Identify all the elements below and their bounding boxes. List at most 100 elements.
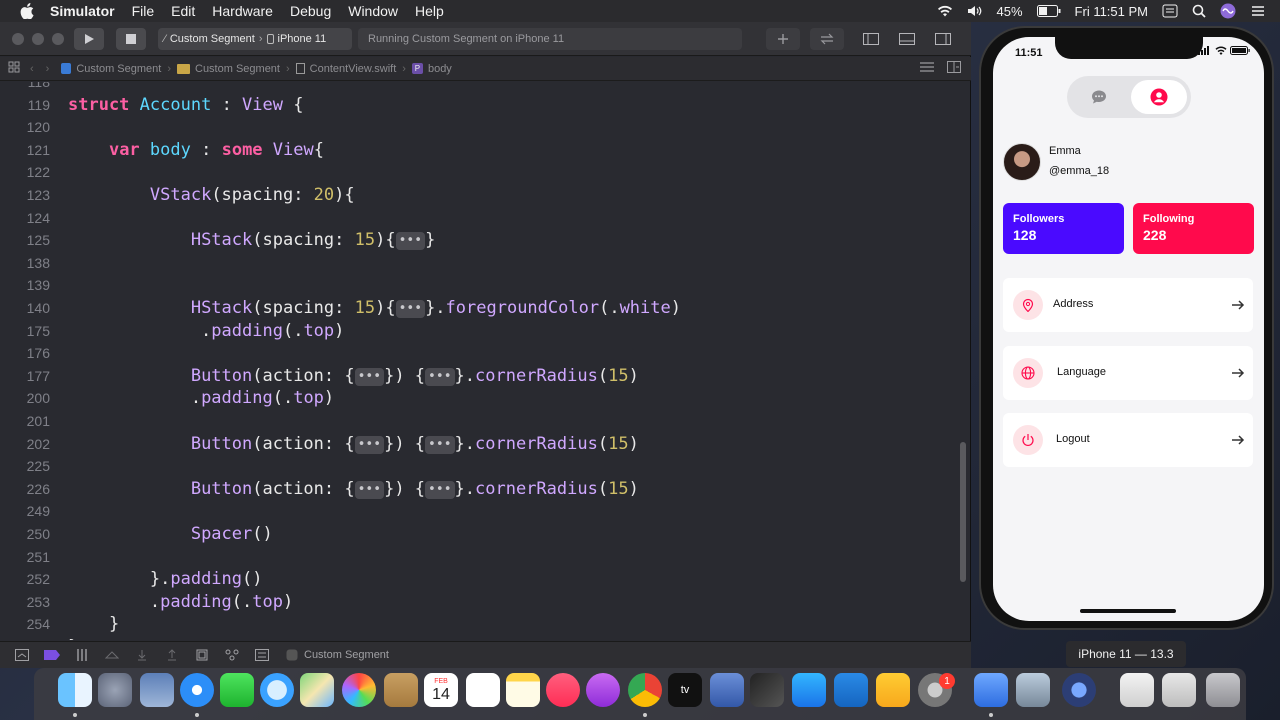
music-icon[interactable] [546, 673, 580, 707]
sketch-icon[interactable] [876, 673, 910, 707]
segment-tab-account[interactable] [1131, 80, 1187, 114]
breadcrumb-symbol[interactable]: P body [411, 63, 452, 75]
folded-code-icon[interactable]: ••• [425, 435, 455, 454]
chrome-icon[interactable] [628, 673, 662, 707]
notes-icon[interactable] [506, 673, 540, 707]
vscode-icon[interactable] [834, 673, 868, 707]
final-cut-icon[interactable] [750, 673, 784, 707]
code-line[interactable]: 124 [0, 207, 958, 229]
menu-app-name[interactable]: Simulator [50, 3, 115, 19]
safari-icon[interactable] [180, 673, 214, 707]
folded-code-icon[interactable]: ••• [425, 480, 455, 499]
trash-icon[interactable] [1206, 673, 1240, 707]
logout-button[interactable]: Logout [1003, 413, 1253, 467]
memory-graph-icon[interactable] [224, 648, 240, 662]
code-line[interactable]: 175 .padding(.top) [0, 320, 958, 342]
environment-overrides-icon[interactable] [254, 648, 270, 662]
menu-help[interactable]: Help [415, 3, 444, 19]
run-button[interactable] [74, 28, 104, 50]
code-line[interactable]: 226 Button(action: {•••}) {•••}.cornerRa… [0, 478, 958, 500]
menu-window[interactable]: Window [348, 3, 398, 19]
code-line[interactable]: 123 VStack(spacing: 20){ [0, 184, 958, 206]
breakpoints-toggle-icon[interactable] [44, 648, 60, 662]
toggle-inspector-button[interactable] [928, 28, 958, 50]
code-line[interactable]: 176 [0, 342, 958, 364]
photos-icon[interactable] [342, 673, 376, 707]
calendar-icon[interactable]: FEB 14 [424, 673, 458, 707]
home-indicator[interactable] [1080, 609, 1176, 613]
podcasts-icon[interactable] [586, 673, 620, 707]
breadcrumb-folder[interactable]: Custom Segment [177, 63, 280, 75]
hide-debug-area-icon[interactable] [14, 648, 30, 662]
breadcrumb-project[interactable]: Custom Segment [61, 63, 161, 75]
view-debugger-icon[interactable] [194, 648, 210, 662]
step-into-icon[interactable] [134, 648, 150, 662]
code-line[interactable]: 254 } [0, 613, 958, 635]
code-line[interactable]: 250 Spacer() [0, 523, 958, 545]
source-editor[interactable]: 118 119 struct Account : View {120 121 var … [0, 82, 958, 640]
folded-code-icon[interactable]: ••• [395, 300, 426, 318]
apple-menu-icon[interactable] [18, 2, 36, 20]
pause-icon[interactable] [74, 648, 90, 662]
folded-code-icon[interactable]: ••• [395, 232, 426, 251]
code-line[interactable]: 119 struct Account : View { [0, 94, 958, 116]
menu-hardware[interactable]: Hardware [212, 3, 273, 19]
instruments-icon[interactable] [710, 673, 744, 707]
code-line[interactable]: 255} [0, 636, 958, 640]
code-line[interactable]: 225 [0, 455, 958, 477]
documents-icon[interactable] [1162, 673, 1196, 707]
folded-code-icon[interactable]: ••• [425, 367, 455, 386]
toggle-navigator-button[interactable] [856, 28, 886, 50]
code-line[interactable]: 252 }.padding() [0, 568, 958, 590]
menu-file[interactable]: File [132, 3, 155, 19]
screen-sharing-icon[interactable] [1162, 4, 1178, 18]
folded-code-icon[interactable]: ••• [354, 367, 385, 386]
code-line[interactable]: 125 HStack(spacing: 15){•••} [0, 229, 958, 251]
related-items-icon[interactable] [8, 61, 20, 76]
editor-scrollbar[interactable] [960, 442, 966, 582]
control-center-icon[interactable] [1250, 5, 1266, 17]
downloads-icon[interactable] [1120, 673, 1154, 707]
finder-icon[interactable] [58, 673, 92, 707]
preview-icon[interactable] [1016, 673, 1050, 707]
code-line[interactable]: 122 [0, 161, 958, 183]
app-store-icon[interactable] [792, 673, 826, 707]
messages-icon[interactable] [260, 673, 294, 707]
scheme-selector[interactable]: ⁄ Custom Segment › iPhone 11 [158, 28, 352, 50]
contacts-icon[interactable] [384, 673, 418, 707]
window-minimize-button[interactable] [32, 33, 44, 45]
segment-tab-chat[interactable] [1071, 80, 1127, 114]
code-line[interactable]: 249 [0, 500, 958, 522]
code-line[interactable]: 253 .padding(.top) [0, 591, 958, 613]
mail-stamp-icon[interactable] [140, 673, 174, 707]
code-line[interactable]: 120 [0, 116, 958, 138]
folded-code-icon[interactable]: ••• [354, 480, 385, 499]
library-button[interactable] [766, 28, 800, 50]
code-line[interactable]: 139 [0, 274, 958, 296]
window-zoom-button[interactable] [52, 33, 64, 45]
code-line[interactable]: 138 [0, 252, 958, 274]
launchpad-icon[interactable] [98, 673, 132, 707]
quicktime-icon[interactable] [1062, 673, 1096, 707]
folded-code-icon[interactable]: ••• [354, 435, 385, 454]
editor-options-icon[interactable] [919, 61, 935, 76]
window-close-button[interactable] [12, 33, 24, 45]
battery-icon[interactable] [1036, 5, 1061, 17]
code-line[interactable]: 201 [0, 410, 958, 432]
code-line[interactable]: 202 Button(action: {•••}) {•••}.cornerRa… [0, 433, 958, 455]
stop-button[interactable] [116, 28, 146, 50]
code-line[interactable]: 121 var body : some View{ [0, 139, 958, 161]
code-line[interactable]: 200 .padding(.top) [0, 387, 958, 409]
spotlight-icon[interactable] [1192, 4, 1206, 18]
address-button[interactable]: Address [1003, 278, 1253, 332]
back-arrow-icon[interactable]: ‹ [30, 63, 34, 75]
debug-target-label[interactable]: Custom Segment [304, 649, 389, 661]
code-review-button[interactable] [810, 28, 844, 50]
menu-clock[interactable]: Fri 11:51 PM [1075, 4, 1148, 19]
forward-arrow-icon[interactable]: › [46, 63, 50, 75]
code-line[interactable]: 140 HStack(spacing: 15){•••}.foregroundC… [0, 297, 958, 319]
appletv-icon[interactable]: tv [668, 673, 702, 707]
menu-debug[interactable]: Debug [290, 3, 331, 19]
code-line[interactable]: 118 [0, 82, 958, 93]
siri-icon[interactable] [1220, 3, 1236, 19]
